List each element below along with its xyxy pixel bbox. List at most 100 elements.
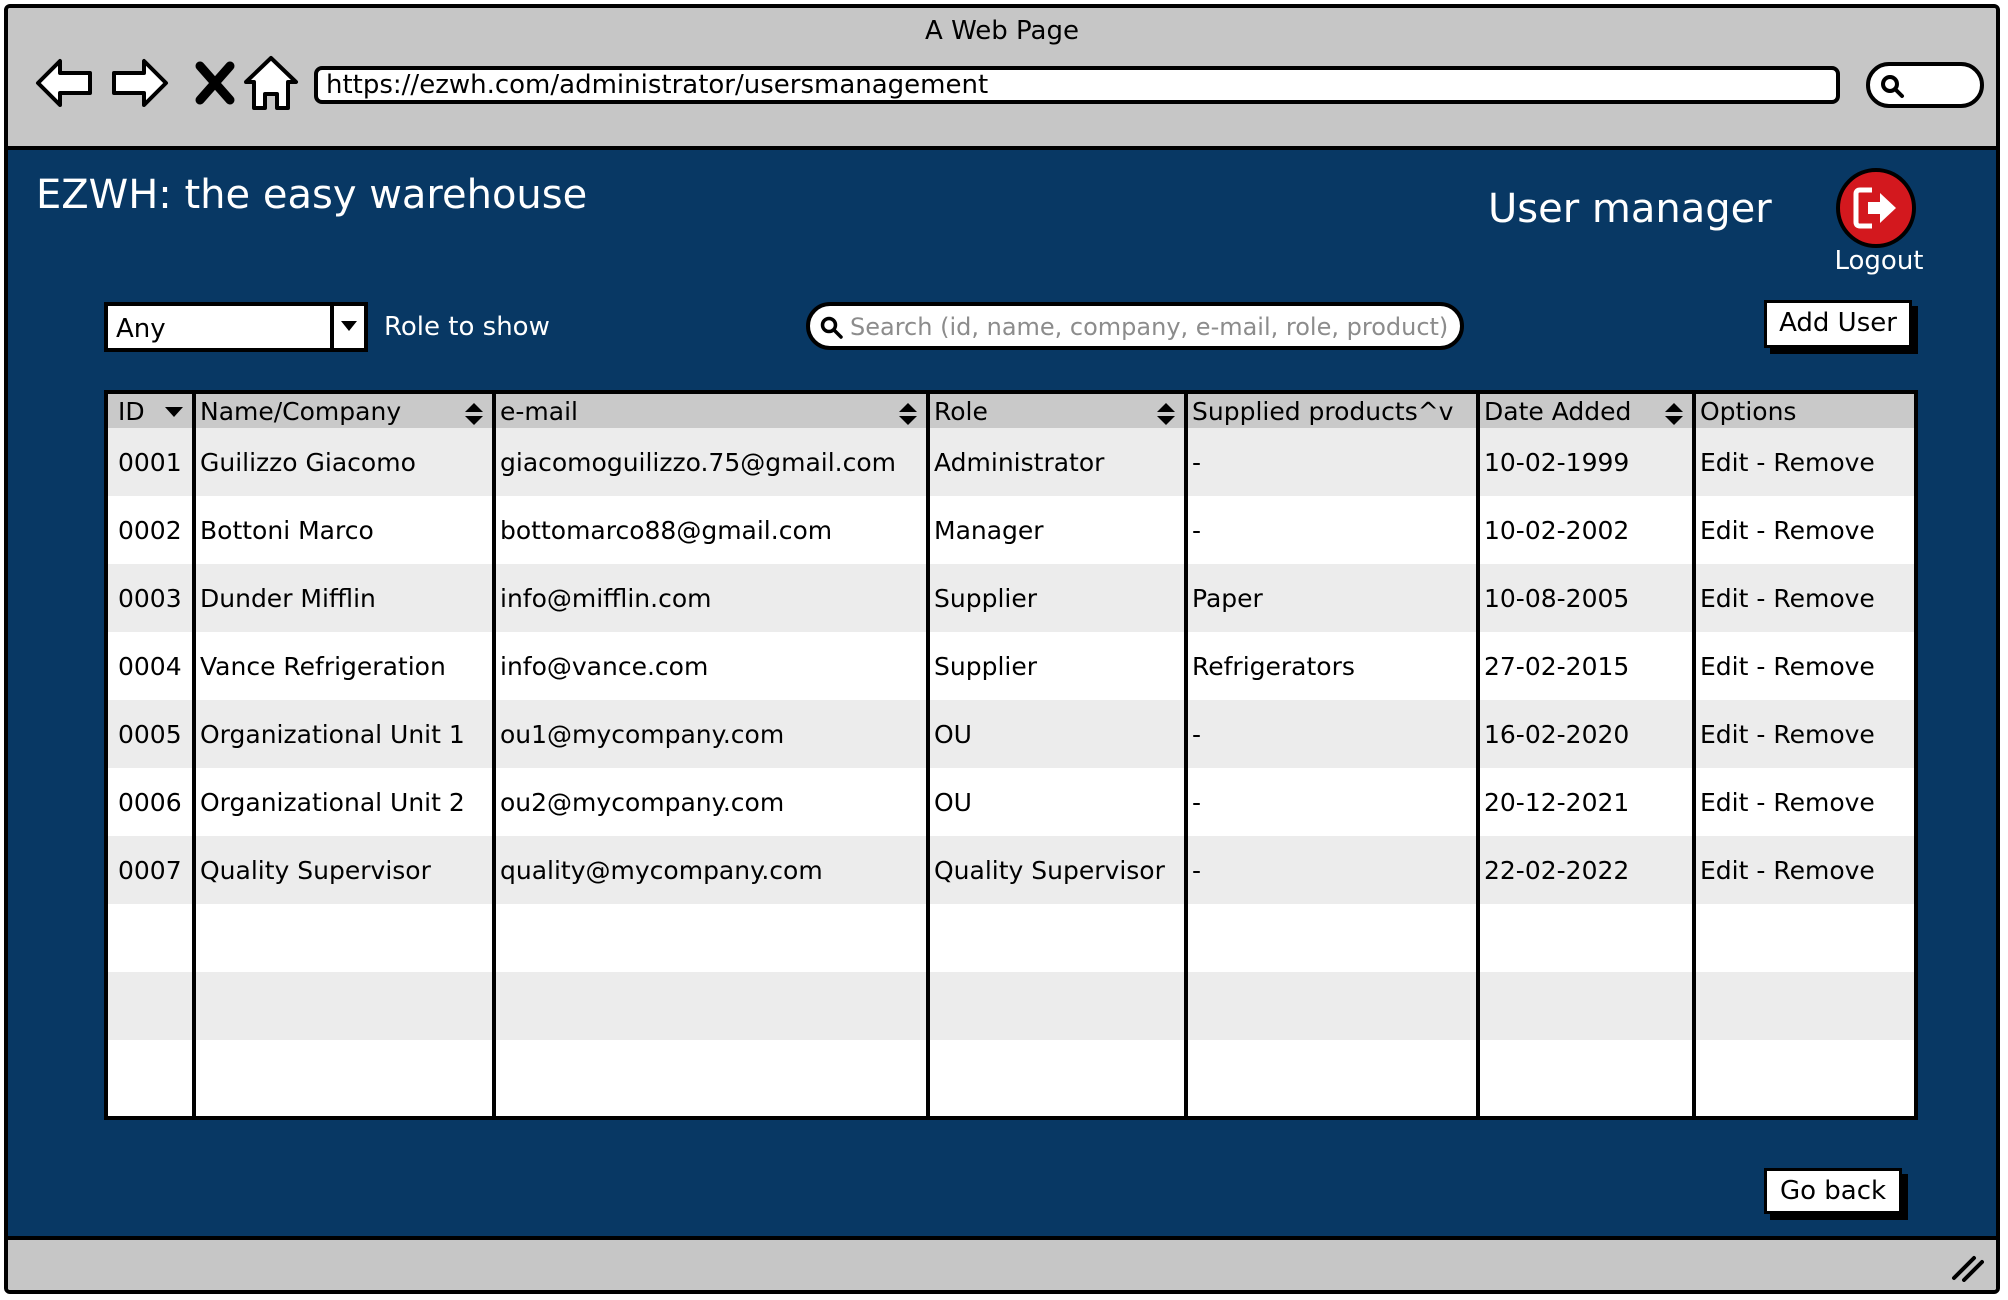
column-header-label: Role (934, 396, 988, 426)
user-search-field[interactable] (806, 302, 1464, 350)
add-user-button[interactable]: Add User (1764, 300, 1912, 348)
remove-link[interactable]: Remove (1773, 584, 1874, 613)
edit-link[interactable]: Edit (1700, 856, 1748, 885)
options-separator: - (1748, 447, 1774, 477)
column-header-name[interactable]: Name/Company (192, 394, 494, 428)
cell-products: - (1184, 768, 1478, 836)
column-header-role[interactable]: Role (926, 394, 1186, 428)
remove-link[interactable]: Remove (1773, 720, 1874, 749)
table-row: 0003 Dunder Mifflin info@mifflin.com Sup… (108, 564, 1914, 632)
cell-name: Dunder Mifflin (192, 564, 494, 632)
sort-icon[interactable] (1664, 402, 1684, 426)
table-row: 0005 Organizational Unit 1 ou1@mycompany… (108, 700, 1914, 768)
options-separator: - (1748, 651, 1774, 681)
table-row: 0002 Bottoni Marco bottomarco88@gmail.co… (108, 496, 1914, 564)
status-bar (8, 1236, 1996, 1290)
cell-role: OU (926, 700, 1186, 768)
column-header-date[interactable]: Date Added (1476, 394, 1694, 428)
empty-table-row (108, 904, 1914, 972)
edit-link[interactable]: Edit (1700, 516, 1748, 545)
column-header-label: Date Added (1484, 396, 1632, 426)
cell-email: quality@mycompany.com (492, 836, 928, 904)
remove-link[interactable]: Remove (1773, 516, 1874, 545)
role-select-toggle[interactable] (330, 306, 364, 348)
edit-link[interactable]: Edit (1700, 448, 1748, 477)
cell-products: Paper (1184, 564, 1478, 632)
logout-button[interactable] (1836, 168, 1916, 248)
page-title: User manager (1488, 186, 1772, 232)
role-select[interactable]: Any (104, 302, 368, 352)
search-icon (820, 316, 843, 339)
cell-name: Guilizzo Giacomo (192, 428, 494, 496)
options-separator: - (1748, 719, 1774, 749)
go-back-button[interactable]: Go back (1764, 1168, 1902, 1214)
column-header-label: Supplied products^v (1192, 396, 1454, 426)
cell-products: - (1184, 496, 1478, 564)
home-icon[interactable] (240, 52, 302, 114)
cell-options: Edit - Remove (1692, 700, 1914, 768)
back-arrow-icon[interactable] (34, 52, 96, 114)
forward-arrow-icon[interactable] (108, 52, 170, 114)
column-header-label: Name/Company (200, 396, 402, 426)
sort-icon[interactable] (1156, 402, 1176, 426)
cell-role: OU (926, 768, 1186, 836)
column-header-id[interactable]: ID (108, 394, 194, 428)
brand-title: EZWH: the easy warehouse (36, 172, 588, 218)
table-row: 0006 Organizational Unit 2 ou2@mycompany… (108, 768, 1914, 836)
table-row: 0007 Quality Supervisor quality@mycompan… (108, 836, 1914, 904)
column-header-products[interactable]: Supplied products^v (1184, 394, 1478, 428)
cell-name: Vance Refrigeration (192, 632, 494, 700)
options-separator: - (1748, 855, 1774, 885)
cell-email: ou2@mycompany.com (492, 768, 928, 836)
cell-products: - (1184, 700, 1478, 768)
page-content: EZWH: the easy warehouse User manager Lo… (8, 150, 1996, 1248)
cell-id: 0006 (108, 768, 194, 836)
cell-options: Edit - Remove (1692, 836, 1914, 904)
remove-link[interactable]: Remove (1773, 788, 1874, 817)
table-row: 0001 Guilizzo Giacomo giacomoguilizzo.75… (108, 428, 1914, 496)
cell-date: 27-02-2015 (1476, 632, 1694, 700)
column-header-label: Options (1700, 396, 1797, 426)
cell-name: Organizational Unit 2 (192, 768, 494, 836)
table-header-row: ID Name/Company e-mail Role Supplied pro… (108, 394, 1914, 428)
cell-options: Edit - Remove (1692, 564, 1914, 632)
remove-link[interactable]: Remove (1773, 448, 1874, 477)
edit-link[interactable]: Edit (1700, 584, 1748, 613)
cell-date: 16-02-2020 (1476, 700, 1694, 768)
remove-link[interactable]: Remove (1773, 652, 1874, 681)
cell-role: Quality Supervisor (926, 836, 1186, 904)
sort-icon[interactable] (898, 402, 918, 426)
column-header-label: ID (118, 396, 145, 426)
users-table: ID Name/Company e-mail Role Supplied pro… (104, 390, 1918, 1120)
resize-grip-icon[interactable] (1950, 1252, 1984, 1282)
table-row: 0004 Vance Refrigeration info@vance.com … (108, 632, 1914, 700)
cell-email: giacomoguilizzo.75@gmail.com (492, 428, 928, 496)
cell-products: - (1184, 428, 1478, 496)
cell-options: Edit - Remove (1692, 428, 1914, 496)
column-header-options: Options (1692, 394, 1914, 428)
user-search-input[interactable] (848, 310, 1452, 344)
cell-email: ou1@mycompany.com (492, 700, 928, 768)
role-filter-label: Role to show (384, 312, 550, 342)
edit-link[interactable]: Edit (1700, 788, 1748, 817)
sort-icon[interactable] (464, 402, 484, 426)
options-separator: - (1748, 787, 1774, 817)
chevron-down-icon[interactable] (164, 406, 184, 418)
browser-window: A Web Page https://ezwh.com/administrato… (4, 4, 2000, 1294)
edit-link[interactable]: Edit (1700, 652, 1748, 681)
address-bar[interactable]: https://ezwh.com/administrator/usersmana… (314, 66, 1840, 104)
cell-role: Manager (926, 496, 1186, 564)
cell-role: Supplier (926, 632, 1186, 700)
cell-id: 0002 (108, 496, 194, 564)
cell-options: Edit - Remove (1692, 496, 1914, 564)
window-title: A Web Page (925, 16, 1079, 46)
logout-label[interactable]: Logout (1820, 246, 1938, 276)
remove-link[interactable]: Remove (1773, 856, 1874, 885)
edit-link[interactable]: Edit (1700, 720, 1748, 749)
close-icon[interactable] (184, 52, 246, 114)
cell-options: Edit - Remove (1692, 632, 1914, 700)
column-header-email[interactable]: e-mail (492, 394, 928, 428)
role-select-value: Any (116, 314, 166, 344)
browser-search-box[interactable] (1866, 62, 1984, 108)
cell-date: 10-08-2005 (1476, 564, 1694, 632)
